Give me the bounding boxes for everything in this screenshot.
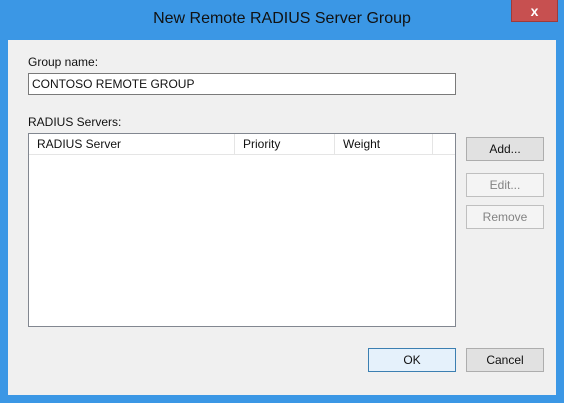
- ok-button[interactable]: OK: [368, 348, 456, 372]
- close-icon: x: [530, 3, 539, 19]
- dialog-title: New Remote RADIUS Server Group: [153, 10, 411, 27]
- column-header-radius-server[interactable]: RADIUS Server: [29, 134, 235, 154]
- add-button[interactable]: Add...: [466, 137, 544, 161]
- remove-button[interactable]: Remove: [466, 205, 544, 229]
- dialog-window: New Remote RADIUS Server Group x Group n…: [0, 0, 564, 403]
- title-bar[interactable]: New Remote RADIUS Server Group x: [0, 0, 564, 40]
- column-header-priority[interactable]: Priority: [235, 134, 335, 154]
- radius-servers-label: RADIUS Servers:: [28, 115, 122, 129]
- close-button[interactable]: x: [511, 0, 558, 22]
- dialog-body: Group name: RADIUS Servers: RADIUS Serve…: [8, 40, 556, 395]
- group-name-label: Group name:: [28, 55, 99, 69]
- list-header: RADIUS Server Priority Weight: [29, 134, 455, 155]
- edit-button[interactable]: Edit...: [466, 173, 544, 197]
- cancel-button[interactable]: Cancel: [466, 348, 544, 372]
- radius-servers-list[interactable]: RADIUS Server Priority Weight: [28, 133, 456, 327]
- group-name-input[interactable]: [28, 73, 456, 95]
- column-header-weight[interactable]: Weight: [335, 134, 433, 154]
